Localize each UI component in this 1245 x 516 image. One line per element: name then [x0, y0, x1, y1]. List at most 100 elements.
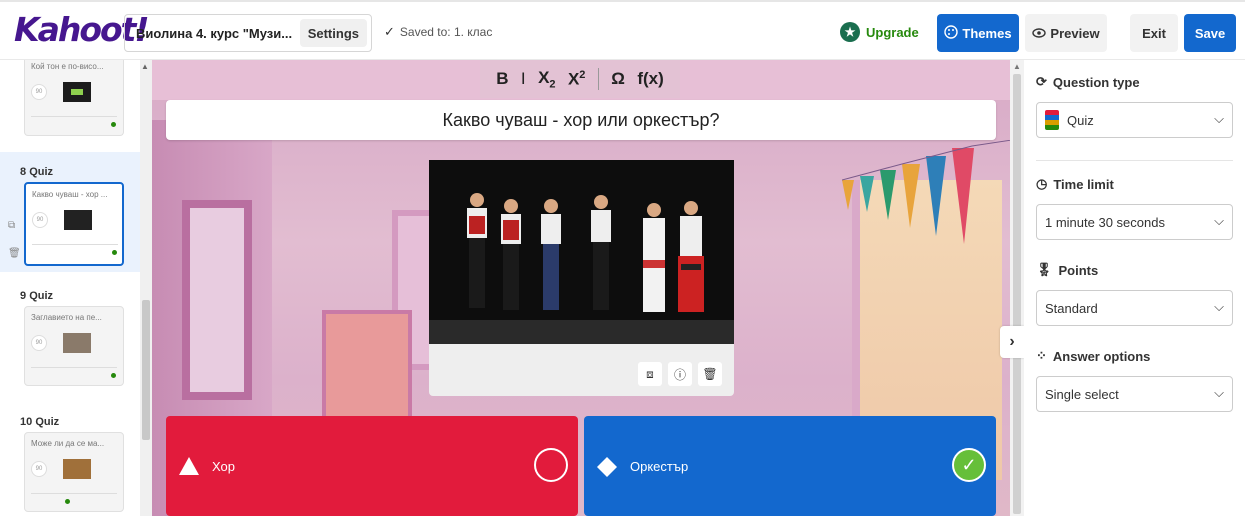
- scroll-up-icon[interactable]: ▲: [1013, 62, 1021, 71]
- slide-thumbnail[interactable]: Заглавието на пе... 90: [24, 306, 124, 386]
- slide-thumbnail[interactable]: Може ли да се ма... 90: [24, 432, 124, 512]
- palette-icon: [944, 24, 959, 42]
- question-type-section: ⟳ Question type Quiz ⌵: [1036, 74, 1233, 138]
- slide-type: Quiz: [35, 416, 60, 428]
- media-tools: ⧈ ⓘ 🗑: [638, 362, 722, 386]
- diamond-icon: [597, 457, 617, 477]
- quiz-icon: [1045, 110, 1059, 130]
- points-label: Points: [1058, 262, 1099, 278]
- star-icon: ★: [840, 22, 860, 42]
- correct-dot: [111, 373, 116, 378]
- equation-button[interactable]: f(x): [637, 69, 663, 89]
- save-button[interactable]: Save: [1184, 14, 1236, 52]
- chevron-down-icon: ⌵: [1214, 213, 1224, 228]
- canvas-scroll-thumb[interactable]: [1013, 74, 1021, 514]
- toolbar-divider: [597, 68, 599, 90]
- slide-item-active[interactable]: 8 Quiz ⧉ 🗑 Какво чуваш - хор ... 90: [0, 152, 140, 272]
- slide-item[interactable]: 9 Quiz Заглавието на пе... 90: [0, 282, 140, 392]
- slide-image-thumb: [63, 333, 91, 353]
- slide-answers-preview: [31, 493, 117, 503]
- question-type-select[interactable]: Quiz ⌵: [1036, 102, 1233, 138]
- settings-panel: ⟳ Question type Quiz ⌵ ◷ Time limit 1 mi…: [1024, 60, 1245, 516]
- time-limit-section: ◷ Time limit 1 minute 30 seconds ⌵: [1036, 176, 1233, 240]
- answer-option-2[interactable]: Оркестър ✓: [584, 416, 996, 516]
- mark-correct-toggle-1[interactable]: [534, 448, 568, 482]
- preview-button[interactable]: Preview: [1025, 14, 1107, 52]
- media-panel: ⧈ ⓘ 🗑: [429, 160, 734, 396]
- info-icon[interactable]: ⓘ: [668, 362, 692, 386]
- upgrade-label: Upgrade: [866, 24, 919, 40]
- slide-item[interactable]: 10 Quiz Може ли да се ма... 90: [0, 408, 140, 516]
- choir-photo: [429, 160, 734, 344]
- themes-button[interactable]: Themes: [937, 14, 1019, 52]
- themes-label: Themes: [962, 25, 1012, 41]
- slide-heading: 8 Quiz: [20, 166, 53, 178]
- eye-icon: [1032, 26, 1047, 41]
- correct-check-icon[interactable]: ✓: [952, 448, 986, 482]
- slide-heading: 9 Quiz: [20, 290, 53, 302]
- slide-number: 8: [20, 166, 27, 178]
- italic-button[interactable]: I: [521, 69, 526, 89]
- answer-options-value: Single select: [1045, 386, 1119, 402]
- upgrade-button[interactable]: ★ Upgrade: [840, 22, 919, 42]
- saved-text: Saved to: 1. клас: [399, 25, 493, 39]
- time-limit-select[interactable]: 1 minute 30 seconds ⌵: [1036, 204, 1233, 240]
- chevron-down-icon: ⌵: [1214, 111, 1224, 126]
- exit-button[interactable]: Exit: [1130, 14, 1178, 52]
- scroll-up-icon[interactable]: ▲: [141, 62, 149, 71]
- text-format-toolbar: B I X2 X2 Ω f(x): [480, 60, 680, 98]
- time-limit-value: 1 minute 30 seconds: [1045, 214, 1165, 230]
- slide-question: Какво чуваш - хор ...: [32, 190, 108, 199]
- special-chars-button[interactable]: Ω: [611, 69, 625, 89]
- answer-option-1[interactable]: Хор: [166, 416, 578, 516]
- chevron-down-icon: ⌵: [1214, 299, 1224, 314]
- slide-type: Quiz: [29, 166, 54, 178]
- question-type-icon: ⟳: [1036, 74, 1047, 89]
- question-image[interactable]: [429, 160, 734, 344]
- answer-options-heading: ⁘ Answer options: [1036, 348, 1233, 364]
- slide-image-thumb: [64, 210, 92, 230]
- answer-text-2[interactable]: Оркестър: [630, 459, 688, 474]
- slide-item[interactable]: Кой тон е по-висо... 90: [0, 60, 140, 150]
- question-type-heading: ⟳ Question type: [1036, 74, 1233, 90]
- replace-media-icon[interactable]: ⧈: [638, 362, 662, 386]
- slide-answers-preview: [32, 244, 118, 254]
- medal-icon: 🎖: [1036, 262, 1053, 277]
- sidebar-scroll-thumb[interactable]: [142, 300, 150, 440]
- slide-thumbnail[interactable]: Какво чуваш - хор ... 90: [24, 182, 124, 266]
- slide-timer: 90: [31, 84, 47, 100]
- question-type-value: Quiz: [1067, 112, 1094, 128]
- answer-options-select[interactable]: Single select ⌵: [1036, 376, 1233, 412]
- kahoot-title-field[interactable]: Виолина 4. курс "Музи... Settings: [124, 14, 372, 52]
- superscript-button[interactable]: X2: [568, 69, 585, 90]
- slide-image-thumb: [63, 459, 91, 479]
- sidebar-scrollbar[interactable]: ▲: [140, 60, 152, 516]
- time-limit-heading: ◷ Time limit: [1036, 176, 1233, 192]
- checkmark-icon: ✓: [384, 24, 395, 39]
- duplicate-icon[interactable]: ⧉: [8, 220, 15, 231]
- bold-button[interactable]: B: [496, 69, 508, 89]
- answer-options-label: Answer options: [1052, 348, 1151, 364]
- question-type-label: Question type: [1052, 74, 1140, 90]
- subscript-button[interactable]: X2: [538, 68, 555, 90]
- slide-thumbnail[interactable]: Кой тон е по-висо... 90: [24, 60, 124, 136]
- clock-icon: ◷: [1036, 176, 1048, 191]
- top-bar: Kahoot! Виолина 4. курс "Музи... Setting…: [0, 0, 1245, 60]
- points-value: Standard: [1045, 300, 1098, 316]
- collapse-panel-chevron-icon[interactable]: ›: [1000, 326, 1024, 358]
- triangle-icon: [179, 457, 199, 475]
- question-input[interactable]: Какво чуваш - хор или оркестър?: [166, 100, 996, 140]
- kahoot-title: Виолина 4. курс "Музи...: [136, 25, 293, 41]
- settings-button[interactable]: Settings: [299, 19, 367, 47]
- slide-answers-preview: [31, 116, 117, 126]
- slide-question: Кой тон е по-висо...: [31, 62, 104, 71]
- saved-status: ✓ Saved to: 1. клас: [384, 24, 492, 40]
- points-select[interactable]: Standard ⌵: [1036, 290, 1233, 326]
- slide-question: Заглавието на пе...: [31, 313, 102, 322]
- slide-answers-preview: [31, 367, 117, 377]
- correct-dot: [112, 250, 117, 255]
- trash-icon[interactable]: 🗑: [8, 248, 21, 259]
- canvas-scrollbar[interactable]: ▲: [1010, 60, 1024, 516]
- answer-text-1[interactable]: Хор: [212, 459, 235, 474]
- delete-media-icon[interactable]: 🗑: [698, 362, 722, 386]
